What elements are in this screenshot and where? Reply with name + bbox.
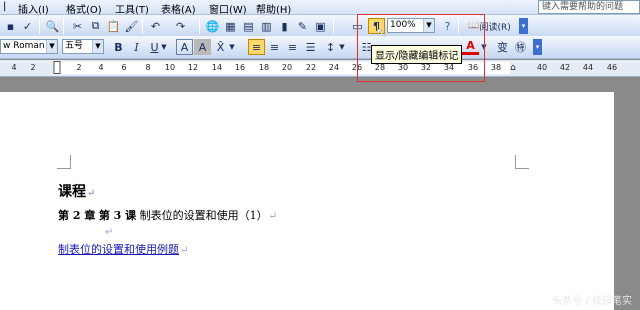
- font-name-value: w Roman: [3, 41, 45, 51]
- document-page[interactable]: 课程↵ 第 2 章 第 3 课 制表位的设置和使用（1）↵ ↵ 制表位的设置和使…: [0, 92, 614, 310]
- character-shading-icon[interactable]: A: [194, 39, 211, 55]
- distributed-icon[interactable]: ☰: [302, 39, 319, 55]
- enclose-characters-icon[interactable]: ㊕: [512, 39, 529, 55]
- insert-excel-icon[interactable]: ▥: [258, 18, 275, 34]
- toolbar-separator: [142, 18, 143, 34]
- phonetic-guide-icon[interactable]: 变: [494, 39, 511, 55]
- document-map-icon[interactable]: ▣: [312, 18, 329, 34]
- cut-icon[interactable]: ✂: [69, 18, 86, 34]
- ruler-number: 22: [305, 63, 317, 72]
- chevron-down-icon[interactable]: ▼: [46, 40, 57, 53]
- tables-borders-icon[interactable]: ▦: [222, 18, 239, 34]
- ruler-number: 46: [606, 63, 618, 72]
- paragraph-mark-icon: ↵: [268, 211, 278, 222]
- font-size-select[interactable]: 五号 ▼: [62, 39, 104, 54]
- margin-corner-mark: [515, 155, 529, 169]
- toolbar-separator: [39, 18, 40, 34]
- drawing-icon[interactable]: ✎: [294, 18, 311, 34]
- ruler-number: 24: [328, 63, 340, 72]
- chevron-down-icon[interactable]: ▼: [92, 40, 103, 53]
- ruler-number: 4: [98, 63, 104, 72]
- chapter-label: 第 2 章: [58, 209, 96, 222]
- toolbar-options-icon[interactable]: ▾: [533, 39, 542, 55]
- menu-format[interactable]: 格式(O): [66, 1, 102, 16]
- ruler-number: 18: [258, 63, 270, 72]
- ruler-number: 38: [490, 63, 502, 72]
- document-line-4[interactable]: 制表位的设置和使用例题↵: [58, 241, 188, 257]
- watermark: 头条号 / 校园笔实: [552, 296, 632, 307]
- toolbar-separator: [199, 18, 200, 34]
- mouse-cursor-icon: ↖: [376, 26, 387, 41]
- font-size-value: 五号: [65, 41, 84, 51]
- empty-paragraph: ↵: [104, 225, 113, 238]
- ruler-number: 40: [536, 63, 548, 72]
- menu-help[interactable]: 帮助(H): [256, 1, 291, 16]
- paragraph-mark-icon: ↵: [180, 245, 189, 256]
- undo-icon[interactable]: ↶: [147, 18, 164, 34]
- hyperlink[interactable]: 制表位的设置和使用例题: [58, 243, 179, 256]
- menu-item-partial[interactable]: |: [3, 1, 6, 12]
- print-preview-icon[interactable]: ▪: [2, 18, 19, 34]
- ruler-number: 44: [582, 63, 594, 72]
- align-right-icon[interactable]: ≡: [284, 39, 301, 55]
- menu-tools[interactable]: 工具(T): [115, 1, 149, 16]
- ruler-number: 2: [76, 63, 82, 72]
- align-center-icon[interactable]: ≡: [266, 39, 283, 55]
- format-painter-icon[interactable]: 🖌: [123, 18, 140, 34]
- horizontal-ruler[interactable]: 4 2 2 4 6 8 10 12 14 16 18 20 22 24 26 2…: [0, 60, 640, 77]
- toolbar-separator: [333, 18, 334, 34]
- redo-icon[interactable]: ↷: [172, 18, 189, 34]
- chevron-down-icon[interactable]: ▼: [160, 39, 168, 55]
- standard-toolbar: ▪ ✓ 🔍 ✂ ⧉ 📋 🖌 ↶ ↷ 🌐 ▦ ▤ ▥ ▮ ✎ ▣ ▭ ¶ 100%…: [0, 15, 640, 38]
- right-indent-marker-icon[interactable]: ⌂: [510, 63, 516, 73]
- lesson-title: 制表位的设置和使用（1）: [139, 209, 268, 222]
- font-name-select[interactable]: w Roman ▼: [0, 39, 58, 54]
- columns-icon[interactable]: ▮: [276, 18, 293, 34]
- lesson-label: 第 3 课: [98, 209, 137, 222]
- align-justify-icon[interactable]: ≡: [248, 39, 265, 55]
- paragraph-mark-icon: ↵: [87, 188, 96, 199]
- ruler-number: 10: [164, 63, 176, 72]
- ruler-number: 6: [121, 63, 127, 72]
- ruler-number: 20: [281, 63, 293, 72]
- character-border-icon[interactable]: A: [176, 39, 193, 55]
- document-heading[interactable]: 课程↵: [58, 181, 95, 201]
- bold-icon[interactable]: B: [110, 39, 127, 55]
- line-spacing-icon[interactable]: ↕: [322, 39, 339, 55]
- research-icon[interactable]: 🔍: [44, 18, 61, 34]
- menu-table[interactable]: 表格(A): [161, 1, 196, 16]
- highlight-frame: [357, 14, 485, 82]
- ruler-number: 42: [559, 63, 571, 72]
- toolbar-separator: [63, 18, 64, 34]
- spelling-icon[interactable]: ✓: [19, 18, 36, 34]
- ruler-number: 14: [211, 63, 223, 72]
- formatting-toolbar: w Roman ▼ 五号 ▼ B I U ▼ A A X̂ ▼ ≡ ≡ ≡ ☰ …: [0, 36, 640, 59]
- help-search-input[interactable]: 键入需要帮助的问题: [538, 0, 640, 14]
- menu-bar: | 插入(I) 格式(O) 工具(T) 表格(A) 窗口(W) 帮助(H) 键入…: [0, 0, 640, 16]
- copy-icon[interactable]: ⧉: [87, 18, 104, 34]
- paragraph-mark-icon: ↵: [105, 227, 114, 238]
- indent-marker-icon[interactable]: [53, 61, 61, 74]
- heading-text: 课程: [58, 184, 86, 200]
- menu-window[interactable]: 窗口(W): [209, 1, 247, 16]
- toolbar-options-icon[interactable]: ▾: [519, 18, 528, 34]
- character-scaling-icon[interactable]: X̂: [212, 39, 229, 55]
- menu-insert[interactable]: 插入(I): [18, 1, 49, 16]
- chevron-down-icon[interactable]: ▼: [338, 39, 346, 55]
- hyperlink-icon[interactable]: 🌐: [204, 18, 221, 34]
- ruler-number: 16: [234, 63, 246, 72]
- ruler-number: 12: [187, 63, 199, 72]
- ruler-number: 4: [11, 63, 17, 72]
- chevron-down-icon[interactable]: ▼: [228, 39, 236, 55]
- italic-icon[interactable]: I: [128, 39, 145, 55]
- ruler-number: 8: [145, 63, 151, 72]
- ruler-number: 2: [30, 63, 36, 72]
- insert-table-icon[interactable]: ▤: [240, 18, 257, 34]
- margin-corner-mark: [57, 155, 71, 169]
- document-line-2[interactable]: 第 2 章 第 3 课 制表位的设置和使用（1）↵: [58, 207, 277, 223]
- paste-icon[interactable]: 📋: [105, 18, 122, 34]
